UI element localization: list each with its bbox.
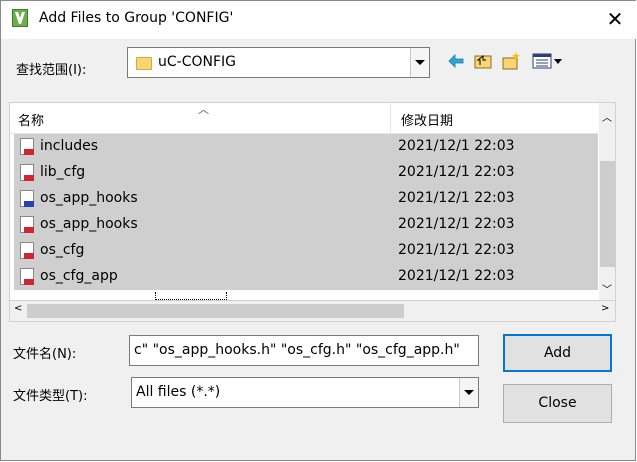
file-list[interactable]: 名称 ︿ 修改日期 includes 2021/12/1 22:03 lib_c…: [9, 102, 616, 301]
new-folder-icon[interactable]: [501, 51, 521, 71]
up-folder-icon[interactable]: [473, 51, 493, 71]
file-red-icon: [20, 138, 34, 155]
close-button[interactable]: Close: [503, 384, 612, 423]
scroll-down-icon[interactable]: ﹀: [602, 281, 612, 296]
column-header-name[interactable]: 名称: [18, 110, 44, 129]
filetype-combobox[interactable]: All files (*.*): [131, 377, 479, 408]
file-name: includes: [40, 138, 99, 154]
file-name: os_cfg_app: [40, 268, 118, 284]
list-item[interactable]: includes 2021/12/1 22:03: [14, 134, 598, 160]
keil-app-icon: [12, 9, 28, 27]
vertical-scroll-thumb[interactable]: [600, 161, 615, 267]
look-in-value: uC-CONFIG: [158, 54, 236, 70]
list-item[interactable]: os_app_hooks 2021/12/1 22:03: [14, 186, 598, 212]
look-in-combobox[interactable]: uC-CONFIG: [127, 47, 430, 78]
file-red-icon: [20, 242, 34, 259]
list-item[interactable]: os_cfg 2021/12/1 22:03: [14, 238, 598, 264]
file-list-header: 名称 ︿ 修改日期: [10, 103, 598, 134]
filetype-label: 文件类型(T):: [13, 389, 88, 404]
file-date: 2021/12/1 22:03: [398, 242, 515, 258]
list-item[interactable]: os_cfg_app 2021/12/1 22:03: [14, 264, 598, 290]
file-date: 2021/12/1 22:03: [398, 190, 515, 206]
scroll-right-icon[interactable]: >: [601, 303, 609, 314]
horizontal-scrollbar[interactable]: < >: [9, 301, 616, 322]
filetype-value: All files (*.*): [136, 384, 221, 400]
add-files-dialog: Add Files to Group 'CONFIG' ✕ 查找范围(I): u…: [0, 0, 636, 461]
back-icon[interactable]: [446, 51, 466, 71]
file-name: os_app_hooks: [40, 216, 138, 232]
add-button[interactable]: Add: [503, 334, 612, 372]
file-name: os_cfg: [40, 242, 85, 258]
filename-label: 文件名(N):: [13, 347, 77, 362]
look-in-label: 查找范围(I):: [16, 63, 87, 78]
scroll-up-icon[interactable]: ︿: [602, 109, 612, 124]
view-menu-icon[interactable]: [531, 51, 565, 71]
column-header-date[interactable]: 修改日期: [401, 110, 453, 129]
list-item[interactable]: os_app_hooks 2021/12/1 22:03: [14, 212, 598, 238]
scroll-left-icon[interactable]: <: [14, 303, 22, 314]
file-blue-icon: [20, 190, 34, 207]
chevron-down-icon[interactable]: [410, 48, 429, 77]
file-name: lib_cfg: [40, 164, 86, 180]
focus-rectangle: [155, 292, 227, 300]
horizontal-scroll-thumb[interactable]: [27, 304, 404, 318]
list-item[interactable]: lib_cfg 2021/12/1 22:03: [14, 160, 598, 186]
column-separator: [390, 103, 391, 133]
file-date: 2021/12/1 22:03: [398, 216, 515, 232]
title-bar: Add Files to Group 'CONFIG' ✕: [1, 1, 636, 39]
file-date: 2021/12/1 22:03: [398, 138, 515, 154]
file-date: 2021/12/1 22:03: [398, 164, 515, 180]
file-date: 2021/12/1 22:03: [398, 268, 515, 284]
window-title: Add Files to Group 'CONFIG': [39, 10, 234, 26]
file-red-icon: [20, 268, 34, 285]
file-name: os_app_hooks: [40, 190, 138, 206]
chevron-down-icon[interactable]: [459, 378, 478, 407]
sort-ascending-icon: ︿: [198, 103, 209, 116]
vertical-scrollbar[interactable]: ︿ ﹀: [599, 103, 615, 300]
file-red-icon: [20, 216, 34, 233]
filename-input[interactable]: c" "os_app_hooks.h" "os_cfg.h" "os_cfg_a…: [129, 335, 479, 366]
file-red-icon: [20, 164, 34, 181]
close-window-icon[interactable]: ✕: [604, 7, 626, 31]
folder-icon: [136, 57, 152, 70]
